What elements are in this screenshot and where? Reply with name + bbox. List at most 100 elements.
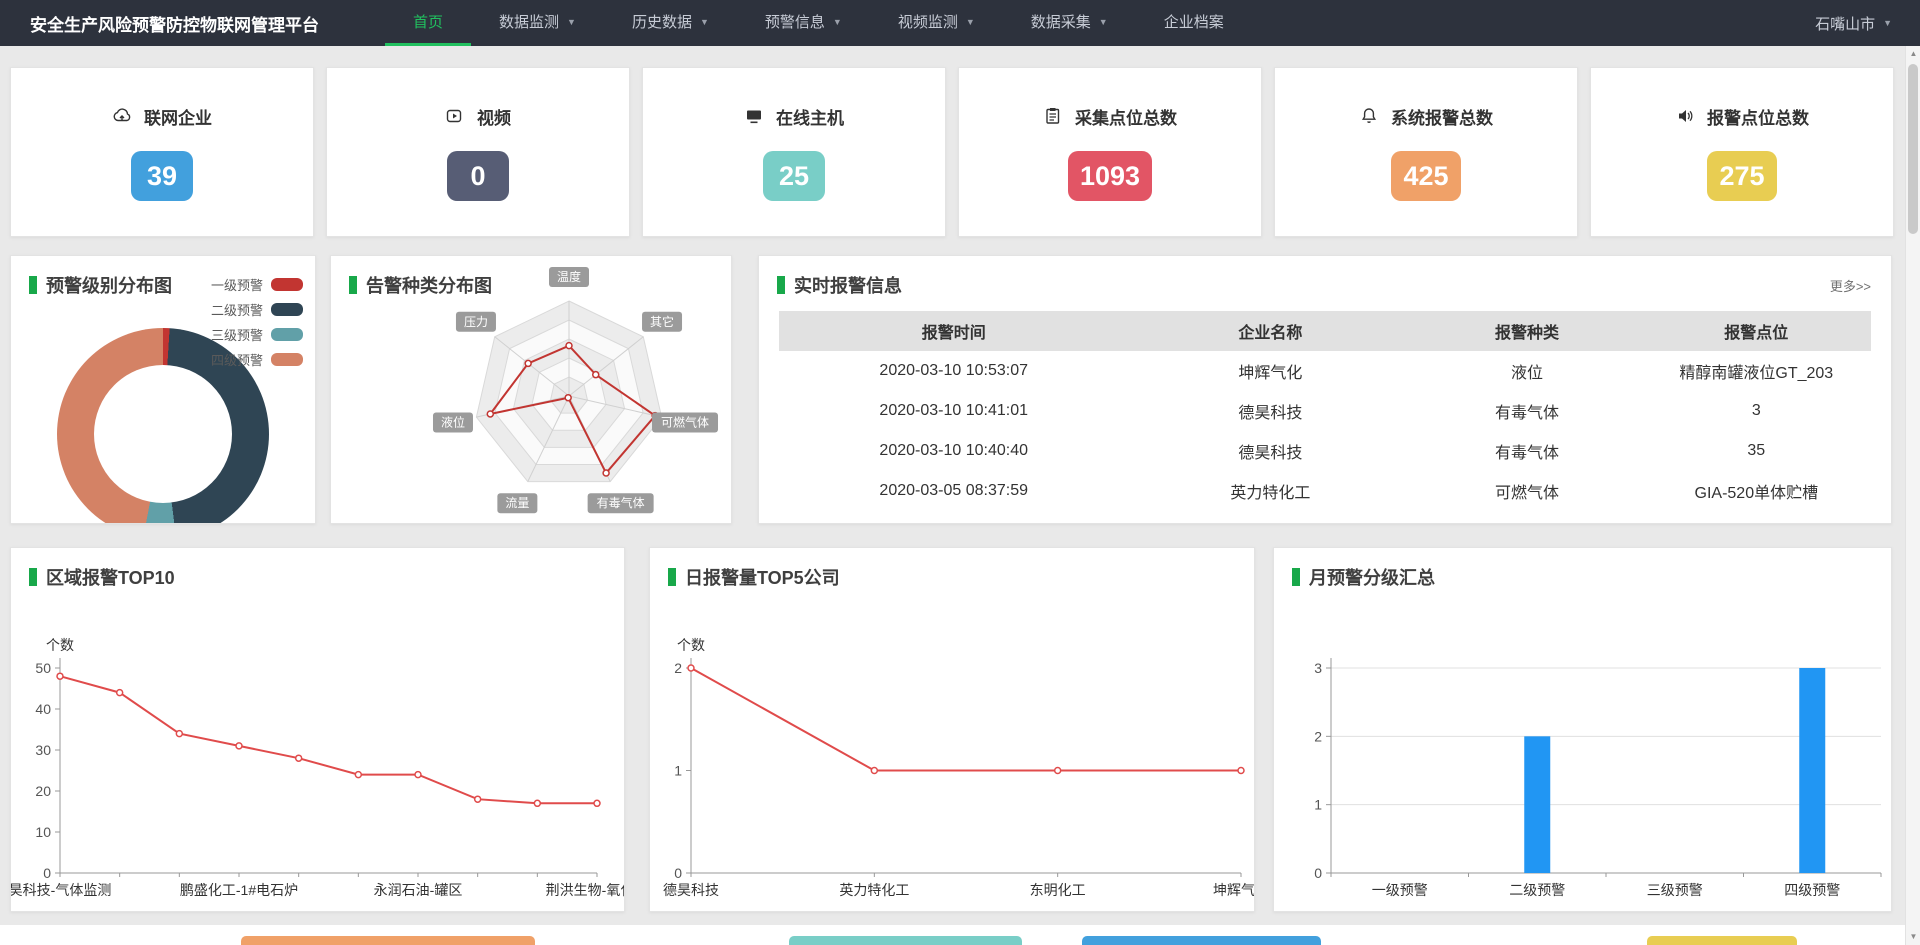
top-nav: 安全生产风险预警防控物联网管理平台 首页数据监测▼历史数据▼预警信息▼视频监测▼… [0, 0, 1920, 46]
nav-item-企业档案[interactable]: 企业档案 [1136, 0, 1252, 46]
y-tick-label: 0 [43, 865, 51, 881]
panel-realtime-alarms: 实时报警信息 更多>> 报警时间企业名称报警种类报警点位2020-03-10 1… [758, 255, 1892, 524]
table-cell: 液位 [1412, 359, 1641, 383]
y-tick-label: 20 [35, 783, 51, 799]
radar-point [565, 395, 571, 401]
stat-card-系统报警总数: 系统报警总数 425 [1274, 67, 1578, 237]
panel-title-text: 区域报警TOP10 [46, 564, 175, 590]
nav-item-视频监测[interactable]: 视频监测▼ [870, 0, 1003, 46]
nav-item-首页[interactable]: 首页 [385, 0, 471, 46]
chevron-down-icon: ▼ [1883, 18, 1892, 28]
y-tick-label: 3 [1314, 660, 1322, 676]
stat-card-value-badge: 275 [1707, 151, 1776, 201]
region-selector[interactable]: 石嘴山市 ▼ [1815, 13, 1892, 34]
legend-label: 三级预警 [211, 325, 263, 344]
y-tick-label: 0 [1314, 865, 1322, 881]
data-point [176, 731, 182, 737]
table-header-cell: 企业名称 [1128, 319, 1412, 343]
panel-region-top10: 区域报警TOP10 01020304050个数昊科技-气体监测鹏盛化工-1#电石… [10, 547, 625, 912]
radar-point [566, 343, 572, 349]
data-point [594, 800, 600, 806]
panel-title: 月预警分级汇总 [1292, 564, 1435, 590]
legend-item-二级预警[interactable]: 二级预警 [211, 297, 303, 322]
region-label: 石嘴山市 [1815, 13, 1875, 34]
panel-title-text: 告警种类分布图 [366, 272, 492, 298]
legend-label: 二级预警 [211, 300, 263, 319]
x-category-label: 荆洪生物-氧化反 [546, 882, 624, 898]
y-tick-label: 1 [674, 763, 682, 779]
radar-axis-label: 其它 [650, 314, 674, 329]
speaker-icon [1675, 106, 1695, 126]
table-row[interactable]: 2020-03-10 10:40:40德昊科技有毒气体35 [779, 431, 1871, 471]
data-point [117, 690, 123, 696]
radar-point [603, 470, 609, 476]
panel-title: 告警种类分布图 [349, 272, 492, 298]
legend-item-三级预警[interactable]: 三级预警 [211, 322, 303, 347]
scrollbar-thumb[interactable] [1908, 64, 1918, 234]
legend-item-四级预警[interactable]: 四级预警 [211, 347, 303, 372]
stat-card-header: 采集点位总数 [1043, 104, 1177, 129]
radar-axis-label: 液位 [441, 414, 465, 429]
region-top10-line-chart: 01020304050个数昊科技-气体监测鹏盛化工-1#电石炉永润石油-罐区荆洪… [11, 548, 624, 911]
stat-card-报警点位总数: 报警点位总数 275 [1590, 67, 1894, 237]
y-tick-label: 10 [35, 824, 51, 840]
scroll-up-icon[interactable]: ▲ [1906, 46, 1920, 62]
chevron-down-icon: ▼ [567, 17, 576, 27]
y-tick-label: 30 [35, 742, 51, 758]
bar-四级预警 [1799, 668, 1825, 873]
nav-item-label: 数据监测 [499, 11, 559, 32]
stat-card-value-badge: 425 [1391, 151, 1460, 201]
legend-item-一级预警[interactable]: 一级预警 [211, 272, 303, 297]
x-category-label: 昊科技-气体监测 [11, 882, 111, 898]
stat-card-联网企业: 联网企业39 [10, 67, 314, 237]
more-link[interactable]: 更多>> [1830, 276, 1871, 295]
legend-label: 一级预警 [211, 275, 263, 294]
nav-item-预警信息[interactable]: 预警信息 ▼ [737, 0, 870, 46]
panel-alarm-type-radar: 告警种类分布图 温度其它可燃气体有毒气体流量液位压力 [330, 255, 732, 524]
data-point [415, 772, 421, 778]
legend-swatch [271, 353, 303, 366]
nav-item-数据监测[interactable]: 数据监测 ▼ [471, 0, 604, 46]
daily-top5-line-chart: 012个数德昊科技英力特化工东明化工坤辉气化 [650, 548, 1254, 911]
x-category-label: 四级预警 [1784, 882, 1840, 898]
table-row[interactable]: 2020-03-10 10:41:01德昊科技有毒气体3 [779, 391, 1871, 431]
title-marker [1292, 568, 1300, 586]
chevron-down-icon: ▼ [833, 17, 842, 27]
bell-icon [1359, 106, 1379, 126]
video-icon [445, 106, 465, 126]
monthly-levels-bar-chart: 0123一级预警二级预警三级预警四级预警 [1274, 548, 1891, 911]
table-header-cell: 报警点位 [1642, 319, 1871, 343]
stat-card-采集点位总数: 采集点位总数 1093 [958, 67, 1262, 237]
nav-item-历史数据[interactable]: 历史数据▼ [604, 0, 737, 46]
x-category-label: 坤辉气化 [1213, 882, 1254, 898]
scroll-down-icon[interactable]: ▼ [1906, 929, 1920, 945]
table-cell: 可燃气体 [1412, 479, 1641, 503]
stat-card-header: 系统报警总数 [1359, 104, 1493, 129]
nav-menu: 首页 数据监测 ▼ 历史数据▼ 预警信息 ▼ 视频监测▼数据采集▼ 企业档案 [385, 0, 1252, 46]
bar-二级预警 [1524, 736, 1550, 873]
vertical-scrollbar[interactable]: ▲ ▼ [1905, 46, 1920, 945]
nav-item-label: 预警信息 [765, 11, 825, 32]
stat-card-label: 联网企业 [144, 104, 212, 129]
legend-label: 四级预警 [211, 350, 263, 369]
table-row[interactable]: 2020-03-05 08:37:59英力特化工可燃气体GIA-520单体贮槽 [779, 471, 1871, 511]
stat-card-value-badge: 1093 [1068, 151, 1152, 201]
dashboard: 安全生产风险预警防控物联网管理平台 首页数据监测▼历史数据▼预警信息▼视频监测▼… [0, 0, 1920, 945]
clipboard-icon [1043, 106, 1063, 126]
table-cell: 2020-03-05 08:37:59 [779, 482, 1128, 500]
y-tick-label: 40 [35, 701, 51, 717]
table-header-cell: 报警种类 [1412, 319, 1641, 343]
table-row[interactable]: 2020-03-10 10:53:07坤辉气化液位精醇南罐液位GT_203 [779, 351, 1871, 391]
panel-title: 区域报警TOP10 [29, 564, 175, 590]
legend-swatch [271, 278, 303, 291]
cloud-upload-icon [112, 106, 132, 126]
y-axis-title: 个数 [46, 637, 74, 653]
stat-card-header: 报警点位总数 [1675, 104, 1809, 129]
table-cell: 英力特化工 [1128, 479, 1412, 503]
panel-daily-top5: 日报警量TOP5公司 012个数德昊科技英力特化工东明化工坤辉气化 [649, 547, 1255, 912]
table-cell: 有毒气体 [1412, 439, 1641, 463]
nav-item-数据采集[interactable]: 数据采集▼ [1003, 0, 1136, 46]
nav-item-label: 企业档案 [1164, 11, 1224, 32]
stat-card-header: 联网企业 [112, 104, 212, 129]
table-cell: 2020-03-10 10:41:01 [779, 402, 1128, 420]
